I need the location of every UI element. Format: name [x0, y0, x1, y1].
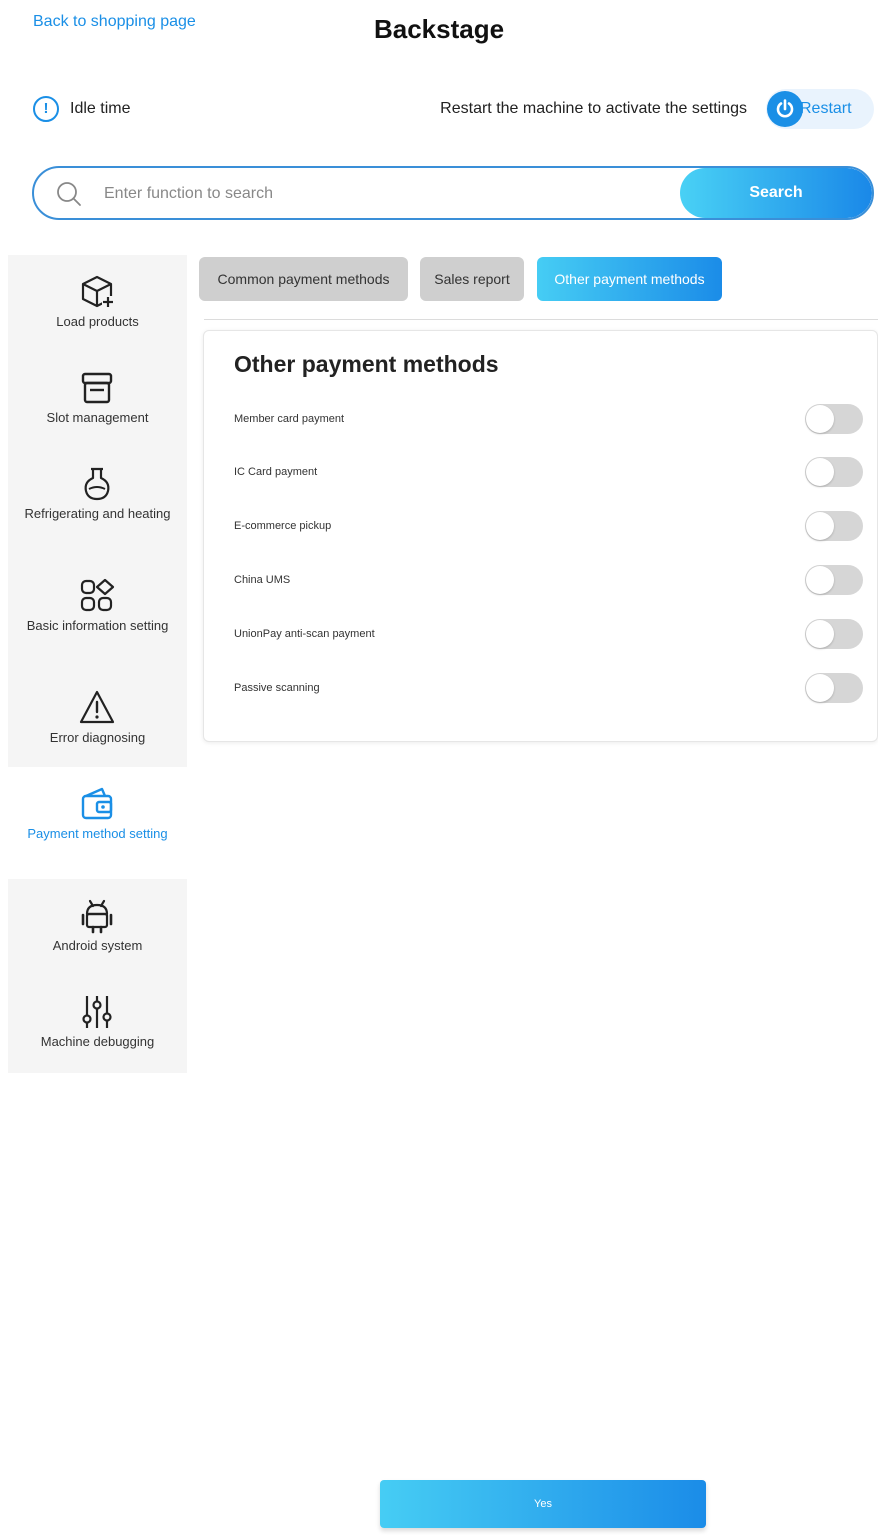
restart-note: Restart the machine to activate the sett…	[440, 100, 747, 117]
divider	[204, 319, 878, 320]
sidebar-item-label: Error diagnosing	[49, 730, 146, 745]
panel-title: Other payment methods	[234, 351, 499, 377]
toggle-knob	[806, 674, 834, 702]
sidebar-item-machine-debugging[interactable]: Machine debugging	[8, 975, 187, 1087]
sliders-icon	[82, 996, 112, 1028]
search-button[interactable]: Search	[680, 168, 872, 218]
idle-time-label: Idle time	[70, 100, 131, 117]
option-row-china-ums: China UMS	[234, 565, 863, 601]
page-title: Backstage	[373, 14, 505, 44]
flask-icon	[84, 467, 110, 501]
sidebar-item-label: Payment method setting	[27, 826, 168, 841]
power-icon	[767, 91, 803, 127]
sidebar-item-basic-information[interactable]: Basic information setting	[8, 559, 187, 671]
option-row-passive-scanning: Passive scanning	[234, 673, 863, 709]
warning-icon	[79, 690, 115, 724]
option-label: E-commerce pickup	[234, 520, 332, 532]
option-label: IC Card payment	[234, 466, 318, 478]
archive-icon	[81, 372, 113, 404]
search-icon	[57, 182, 81, 206]
other-payment-methods-panel: Other payment methods Member card paymen…	[203, 330, 878, 742]
sidebar-item-label: Refrigerating and heating	[24, 506, 171, 521]
sidebar-item-label: Basic information setting	[26, 618, 169, 633]
restart-button[interactable]: Restart	[766, 89, 874, 129]
toggle-knob	[806, 405, 834, 433]
search-bar: Search	[32, 166, 874, 220]
status-row: ! Idle time Restart the machine to activ…	[33, 88, 874, 132]
android-icon	[81, 899, 113, 934]
member-card-toggle[interactable]	[805, 404, 863, 434]
option-label: Member card payment	[234, 413, 345, 425]
sidebar-item-label: Machine debugging	[40, 1034, 155, 1049]
tab-sales-report[interactable]: Sales report	[420, 257, 524, 301]
box-plus-icon	[81, 275, 114, 308]
wallet-icon	[81, 787, 113, 820]
unionpay-anti-scan-toggle[interactable]	[805, 619, 863, 649]
sidebar-item-payment-method[interactable]: Payment method setting	[8, 767, 187, 879]
option-row-member-card: Member card payment	[234, 404, 863, 440]
search-input[interactable]	[104, 180, 664, 208]
e-commerce-pickup-toggle[interactable]	[805, 511, 863, 541]
option-row-ic-card: IC Card payment	[234, 457, 863, 493]
toggle-knob	[806, 566, 834, 594]
option-label: Passive scanning	[234, 682, 320, 694]
sidebar-item-label: Slot management	[46, 410, 149, 425]
china-ums-toggle[interactable]	[805, 565, 863, 595]
toggle-knob	[806, 458, 834, 486]
sidebar-item-label: Android system	[52, 938, 143, 953]
option-row-unionpay-anti-scan: UnionPay anti-scan payment	[234, 619, 863, 655]
tab-other-payment-methods[interactable]: Other payment methods	[537, 257, 722, 301]
toggle-knob	[806, 512, 834, 540]
option-label: UnionPay anti-scan payment	[234, 628, 375, 640]
sidebar-item-label: Load products	[56, 314, 139, 329]
option-label: China UMS	[234, 574, 291, 586]
yes-button[interactable]: Yes	[380, 1480, 706, 1528]
ic-card-toggle[interactable]	[805, 457, 863, 487]
sidebar: Load products Slot management Refrigerat…	[8, 255, 187, 1073]
restart-label: Restart	[800, 100, 852, 117]
passive-scanning-toggle[interactable]	[805, 673, 863, 703]
option-row-e-commerce-pickup: E-commerce pickup	[234, 511, 863, 547]
apps-icon	[80, 578, 115, 612]
info-icon: !	[33, 96, 59, 122]
sidebar-item-refrigerating-heating[interactable]: Refrigerating and heating	[8, 447, 187, 559]
tab-common-payment-methods[interactable]: Common payment methods	[199, 257, 408, 301]
toggle-knob	[806, 620, 834, 648]
